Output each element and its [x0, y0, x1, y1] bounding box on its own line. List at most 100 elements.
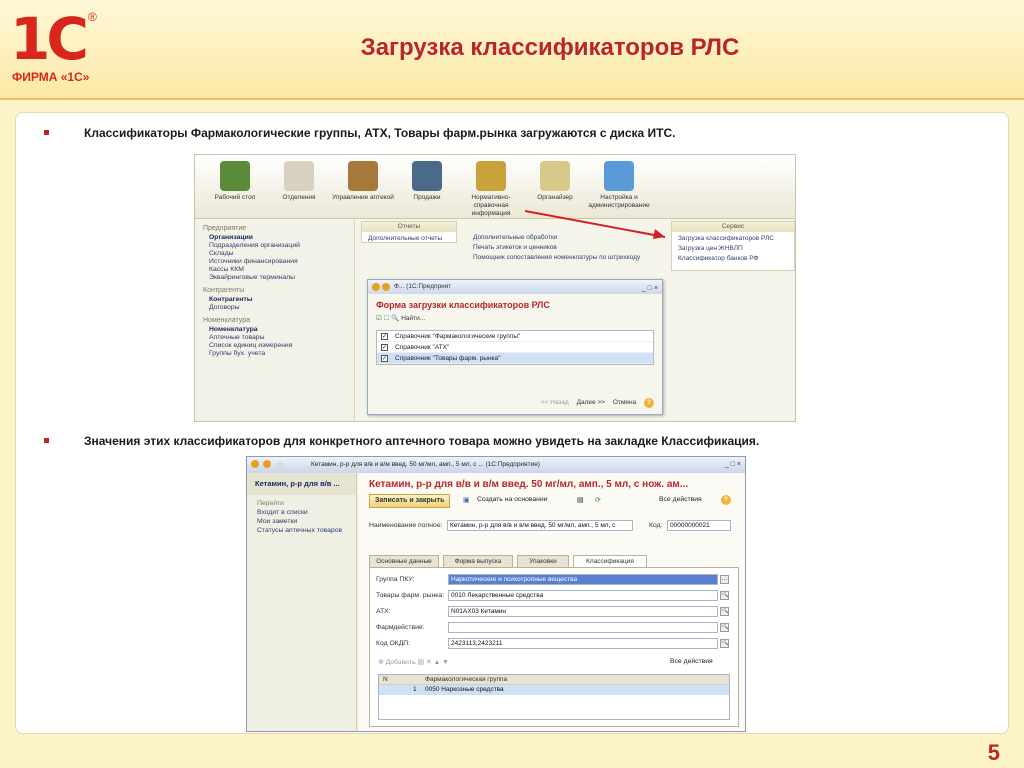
tab-release-form[interactable]: Форма выпуска — [443, 555, 513, 567]
rls-load-dialog: Ф... (1С:Предприят _ □ × Форма загрузки … — [367, 279, 663, 415]
field-input[interactable]: 2423113,2423211 — [448, 638, 718, 649]
copy-icon[interactable]: ▤ — [418, 659, 424, 666]
bullet-marker — [44, 130, 49, 135]
cancel-button[interactable]: Отмена — [613, 399, 636, 406]
registered-mark: ® — [88, 10, 97, 24]
grid-all-actions[interactable]: Все действия — [670, 658, 713, 665]
sidebar-item[interactable]: Источники финансирования — [209, 258, 354, 265]
toolbar-section-1[interactable]: Отделения — [267, 161, 331, 202]
link-barcode-assistant[interactable]: Помощник сопоставления номенклатуры по ш… — [473, 254, 661, 261]
refresh-icon[interactable]: ⟳ — [595, 496, 601, 504]
sidebar-section-header: Контрагенты — [203, 287, 245, 294]
list-item-label: Справочник "Товары фарм. рынка" — [395, 355, 501, 362]
sidebar-section-header: Номенклатура — [203, 317, 250, 324]
delete-icon[interactable]: ✕ — [426, 659, 432, 666]
sidebar-item[interactable]: Группы бух. учета — [209, 350, 354, 357]
find-button[interactable]: Найти... — [401, 315, 425, 322]
window-buttons[interactable]: _ □ × — [725, 457, 741, 473]
save-icon[interactable]: ▣ — [463, 496, 469, 504]
lookup-icon[interactable]: 🔍 — [720, 591, 729, 600]
link-additional-reports[interactable]: Дополнительные отчеты — [368, 235, 450, 242]
uncheck-all-icon[interactable]: ☐ — [384, 315, 390, 322]
toolbar-label: Органайзер — [537, 194, 573, 201]
back-button[interactable]: << Назад — [541, 399, 569, 406]
sidebar-item[interactable]: Номенклатура — [209, 326, 354, 333]
toolbar-section-3[interactable]: Продажи — [395, 161, 459, 202]
reports-panel: Отчеты Дополнительные отчеты — [361, 221, 457, 243]
sidebar-item[interactable]: Аптечные товары — [209, 334, 354, 341]
menu-icon[interactable] — [263, 460, 271, 468]
help-icon[interactable]: ? — [721, 495, 731, 505]
add-button[interactable]: Добавить — [386, 659, 416, 666]
lookup-icon[interactable]: 🔍 — [720, 623, 729, 632]
classification-tab-body: Группа ПКУ: Наркотические и психотропные … — [369, 567, 739, 727]
list-item[interactable]: ✓ Справочник "Товары фарм. рынка" — [377, 353, 653, 364]
lookup-icon[interactable]: … — [720, 575, 729, 584]
code-field[interactable]: 00000000021 — [667, 520, 731, 531]
medical-icon — [284, 161, 314, 191]
toolbar-section-4[interactable]: Нормативно-справочная информация — [459, 161, 523, 218]
window-titlebar: ☆ Кетамин, р-р для в/в и в/м введ. 50 мг… — [247, 457, 745, 473]
app-icon — [372, 283, 380, 291]
save-close-button[interactable]: Записать и закрыть — [369, 494, 451, 508]
list-item[interactable]: ✓ Справочник "Фармакологические группы" — [377, 331, 653, 342]
toolbar-section-6[interactable]: Настройка и администрирование — [587, 161, 651, 210]
checkbox[interactable]: ✓ — [381, 355, 388, 362]
menu-icon[interactable] — [382, 283, 390, 291]
check-all-icon[interactable]: ☑ — [376, 315, 382, 322]
full-name-field[interactable]: Кетамин, р-р для в/в и в/м введ. 50 мг/м… — [447, 520, 633, 531]
favorite-icon[interactable]: ☆ — [277, 457, 283, 473]
toolbar-section-2[interactable]: Управление аптекой — [331, 161, 395, 202]
move-down-icon[interactable]: ▼ — [442, 659, 449, 666]
tab-main-data[interactable]: Основные данные — [369, 555, 439, 567]
classifier-list: ✓ Справочник "Фармакологические группы" ✓ С… — [376, 330, 654, 365]
field-input[interactable]: 0010 Лекарственные средства — [448, 590, 718, 601]
dialog-heading: Форма загрузки классификаторов РЛС — [376, 300, 550, 310]
logo-caption: ФИРМА «1С» — [12, 70, 90, 84]
link-statuses[interactable]: Статусы аптечных товаров — [257, 527, 356, 534]
sidebar-item[interactable]: Эквайринговые терминалы — [209, 274, 354, 281]
sidebar-item[interactable]: Контрагенты — [209, 296, 354, 303]
toolbar-section-0[interactable]: Рабочий стол — [203, 161, 267, 202]
sidebar-item[interactable]: Подразделения организаций — [209, 242, 354, 249]
table-header: N Фармакологическая группа — [379, 675, 729, 685]
field-input[interactable]: Наркотические и психотропные вещества — [448, 574, 718, 585]
table-row[interactable]: 1 0050 Наркозные средства — [379, 685, 729, 695]
window-title-text: Кетамин, р-р для в/в и в/м введ. 50 мг/м… — [311, 461, 540, 468]
tab-packages[interactable]: Упаковки — [517, 555, 569, 567]
window-buttons[interactable]: _ □ × — [642, 282, 658, 296]
grid-toolbar: ⊕ Добавить ▤ ✕ ▲ ▼ — [378, 658, 449, 666]
column-header-n: N — [383, 676, 388, 683]
field-input[interactable] — [448, 622, 718, 633]
lookup-icon[interactable]: 🔍 — [720, 639, 729, 648]
link-in-lists[interactable]: Входит в списки — [257, 509, 356, 516]
create-based-button[interactable]: Создать на основании — [477, 496, 548, 503]
desktop-icon — [220, 161, 250, 191]
list-item[interactable]: ✓ Справочник "АТХ" — [377, 342, 653, 353]
sidebar-item[interactable]: Организации — [209, 234, 354, 241]
sidebar-item[interactable]: Кассы ККМ — [209, 266, 354, 273]
next-button[interactable]: Далее >> — [577, 399, 605, 406]
toolbar-section-5[interactable]: Органайзер — [523, 161, 587, 202]
checkbox[interactable]: ✓ — [381, 344, 388, 351]
link-bank-classifier[interactable]: Классификатор банков РФ — [678, 255, 788, 262]
move-up-icon[interactable]: ▲ — [433, 659, 440, 666]
slide-title: Загрузка классификаторов РЛС — [360, 34, 740, 61]
link-my-notes[interactable]: Мои заметки — [257, 518, 356, 525]
bullet-1-text: Классификаторы Фармакологические группы,… — [84, 126, 676, 140]
all-actions-button[interactable]: Все действия — [659, 496, 702, 503]
sidebar-item[interactable]: Договоры — [209, 304, 354, 311]
help-icon[interactable]: ? — [644, 398, 654, 408]
checkbox[interactable]: ✓ — [381, 333, 388, 340]
find-icon[interactable]: 🔍 — [391, 315, 399, 322]
sidebar-item[interactable]: Список единиц измерения — [209, 342, 354, 349]
field-label: Фармдействие: — [376, 624, 425, 631]
field-label: Товары фарм. рынка: — [376, 592, 445, 599]
report-icon[interactable]: ▤ — [577, 496, 583, 504]
field-input[interactable]: N01AX03 Кетамин — [448, 606, 718, 617]
code-label: Код: — [649, 522, 663, 529]
sidebar-item[interactable]: Склады — [209, 250, 354, 257]
add-icon[interactable]: ⊕ — [378, 659, 384, 666]
toolbar-label: Продажи — [413, 194, 441, 201]
lookup-icon[interactable]: 🔍 — [720, 607, 729, 616]
